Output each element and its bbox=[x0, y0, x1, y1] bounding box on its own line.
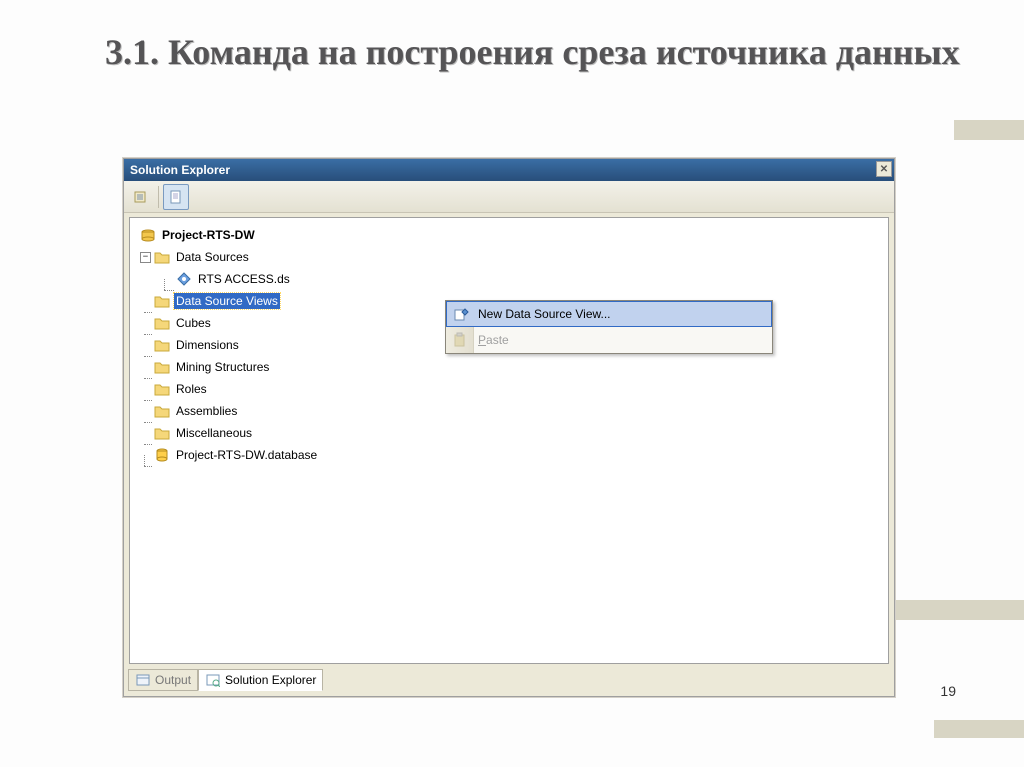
folder-icon bbox=[154, 315, 170, 331]
solution-explorer-icon bbox=[205, 672, 221, 688]
folder-icon bbox=[154, 249, 170, 265]
menu-item-new-data-source-view[interactable]: New Data Source View... bbox=[446, 301, 772, 327]
decoration bbox=[934, 720, 1024, 738]
solution-explorer-panel: Solution Explorer ✕ bbox=[123, 158, 895, 697]
panel-titlebar: Solution Explorer ✕ bbox=[124, 159, 894, 181]
show-all-files-button[interactable] bbox=[163, 184, 189, 210]
slide-title: 3.1. Команда на построения среза источни… bbox=[105, 30, 960, 75]
close-icon[interactable]: ✕ bbox=[876, 161, 892, 177]
tab-output[interactable]: Output bbox=[128, 669, 198, 691]
menu-item-label: New Data Source View... bbox=[478, 307, 611, 321]
tab-solution-explorer[interactable]: Solution Explorer bbox=[198, 669, 323, 691]
panel-toolbar bbox=[124, 181, 894, 213]
tree-node-project[interactable]: Project-RTS-DW bbox=[134, 224, 884, 246]
tree-label: Dimensions bbox=[174, 337, 241, 353]
folder-icon bbox=[154, 293, 170, 309]
tree-node-mining-structures[interactable]: Mining Structures bbox=[134, 356, 884, 378]
paste-icon bbox=[451, 331, 469, 349]
bottom-tabs: Output Solution Explorer bbox=[128, 668, 890, 692]
tree-node-database[interactable]: Project-RTS-DW.database bbox=[134, 444, 884, 466]
tree-label: Assemblies bbox=[174, 403, 239, 419]
separator bbox=[158, 186, 159, 208]
tree-node-data-sources[interactable]: − Data Sources bbox=[134, 246, 884, 268]
folder-icon bbox=[154, 425, 170, 441]
tab-label: Output bbox=[155, 673, 191, 687]
page-number: 19 bbox=[940, 683, 956, 699]
menu-item-paste: Paste bbox=[446, 327, 772, 353]
panel-title: Solution Explorer bbox=[130, 163, 230, 177]
collapse-icon[interactable]: − bbox=[140, 252, 151, 263]
tree-label: Mining Structures bbox=[174, 359, 271, 375]
folder-icon bbox=[154, 381, 170, 397]
properties-icon bbox=[133, 189, 149, 205]
tree-label: Data Sources bbox=[174, 249, 251, 265]
folder-icon bbox=[154, 359, 170, 375]
new-dsv-icon bbox=[452, 306, 470, 324]
tree-node-miscellaneous[interactable]: Miscellaneous bbox=[134, 422, 884, 444]
document-icon bbox=[168, 189, 184, 205]
folder-icon bbox=[154, 337, 170, 353]
tree-node-roles[interactable]: Roles bbox=[134, 378, 884, 400]
project-icon bbox=[140, 227, 156, 243]
tree-label: RTS ACCESS.ds bbox=[196, 271, 292, 287]
tree-node-rts-access[interactable]: RTS ACCESS.ds bbox=[134, 268, 884, 290]
tree-node-assemblies[interactable]: Assemblies bbox=[134, 400, 884, 422]
tree-label: Cubes bbox=[174, 315, 213, 331]
tree-label: Project-RTS-DW bbox=[160, 227, 257, 243]
folder-icon bbox=[154, 403, 170, 419]
properties-button[interactable] bbox=[128, 184, 154, 210]
menu-item-label: Paste bbox=[478, 333, 509, 347]
tree-label: Project-RTS-DW.database bbox=[174, 447, 319, 463]
database-icon bbox=[154, 447, 170, 463]
tree-area: Project-RTS-DW − Data Sources RTS ACCESS… bbox=[129, 217, 889, 664]
output-icon bbox=[135, 672, 151, 688]
decoration bbox=[954, 120, 1024, 140]
tab-label: Solution Explorer bbox=[225, 673, 316, 687]
context-menu: New Data Source View... Paste bbox=[445, 300, 773, 354]
tree-label: Data Source Views bbox=[174, 293, 280, 309]
datasource-icon bbox=[176, 271, 192, 287]
tree-label: Miscellaneous bbox=[174, 425, 254, 441]
tree-label: Roles bbox=[174, 381, 209, 397]
